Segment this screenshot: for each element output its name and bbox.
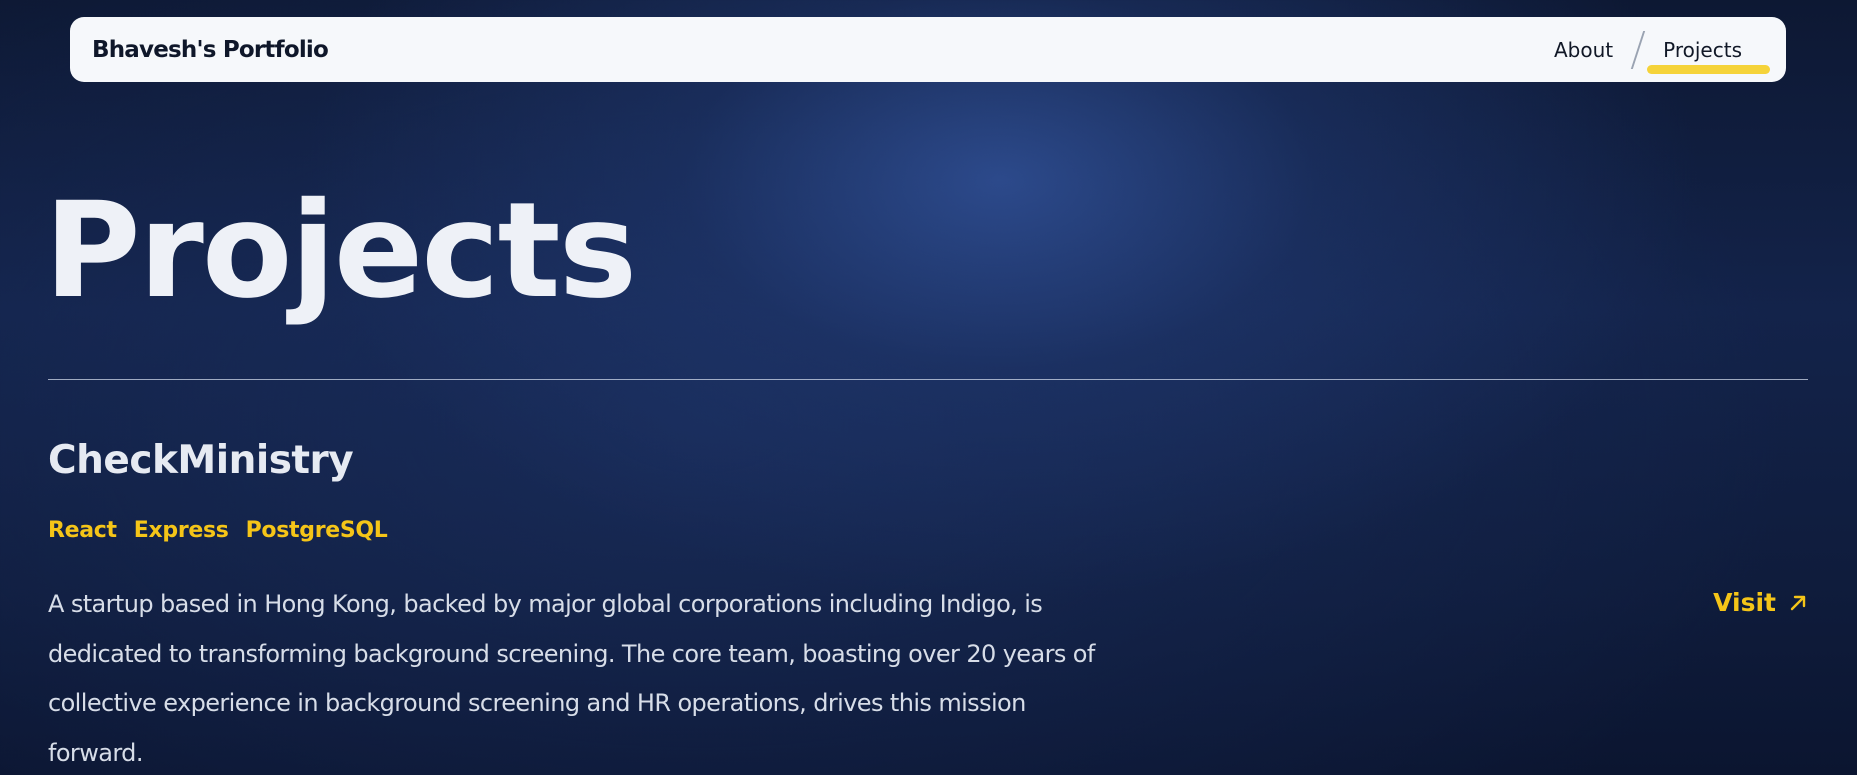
tag: Express	[133, 518, 229, 543]
nav-link-about[interactable]: About	[1538, 38, 1629, 62]
page-title: Projects	[44, 174, 637, 328]
visit-label: Visit	[1713, 588, 1776, 617]
visit-link[interactable]: Visit	[1713, 588, 1808, 617]
nav-links: About Projects	[1538, 17, 1770, 82]
navbar: Bhavesh's Portfolio About Projects	[70, 17, 1786, 82]
nav-link-projects[interactable]: Projects	[1647, 38, 1770, 74]
section-divider	[48, 379, 1808, 380]
tag: React	[48, 518, 117, 543]
project-tags: React Express PostgreSQL	[48, 518, 388, 543]
brand-logo-link[interactable]: Bhavesh's Portfolio	[92, 37, 329, 63]
nav-separator	[1630, 30, 1646, 69]
project-name: CheckMinistry	[48, 438, 354, 483]
arrow-up-right-icon	[1790, 595, 1806, 610]
tag: PostgreSQL	[245, 518, 388, 543]
project-description: A startup based in Hong Kong, backed by …	[48, 590, 1095, 767]
